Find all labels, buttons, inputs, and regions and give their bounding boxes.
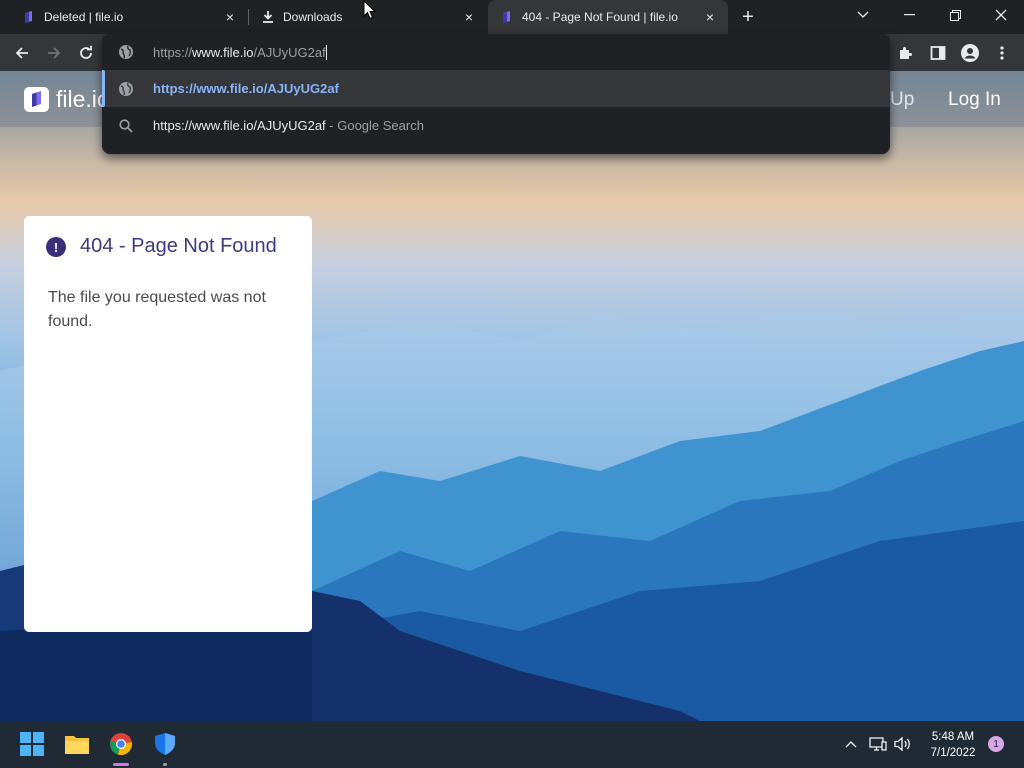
reload-icon (80, 45, 92, 59)
volume-button[interactable] (894, 735, 912, 753)
tab-title: 404 - Page Not Found | file.io (522, 10, 678, 24)
profile-button[interactable] (957, 40, 983, 66)
close-icon[interactable]: × (222, 9, 238, 25)
shield-icon (155, 733, 175, 755)
show-hidden-icons-button[interactable] (842, 735, 860, 753)
sign-up-link[interactable]: Up (890, 89, 914, 111)
security-button[interactable] (150, 729, 180, 759)
globe-icon (119, 45, 133, 59)
windows-logo-icon (20, 732, 44, 756)
close-icon[interactable]: × (461, 9, 477, 25)
folder-icon (65, 736, 89, 754)
reload-button[interactable] (73, 40, 99, 66)
url-path: /AJUyUG2af (253, 45, 326, 60)
close-icon[interactable]: × (702, 9, 718, 25)
globe-icon (119, 82, 133, 96)
file-explorer-button[interactable] (62, 729, 92, 759)
file-io-favicon-icon (25, 11, 32, 23)
chrome-icon (110, 733, 132, 756)
restore-button[interactable] (932, 0, 978, 30)
more-vertical-icon (1000, 46, 1004, 60)
clock-time: 5:48 AM (931, 731, 975, 743)
suggestion-query: https://www.file.io/AJUyUG2af (153, 118, 326, 133)
restore-icon (949, 9, 961, 21)
new-tab-button[interactable]: + (737, 7, 759, 29)
error-message: The file you requested was not found. (48, 289, 266, 330)
arrow-left-icon (15, 47, 28, 59)
log-in-link[interactable]: Log In (948, 89, 1001, 111)
url-scheme: https:// (153, 45, 193, 60)
page-viewport: file.io Up Log In ! 404 - Page Not Found… (0, 71, 1024, 721)
tab-deleted[interactable]: Deleted | file.io × (0, 0, 248, 34)
network-icon (869, 737, 887, 751)
suggestion-url-text: https://www.file.io/AJUyUG2af (153, 81, 339, 96)
forward-button[interactable] (41, 40, 67, 66)
tab-search-button[interactable] (840, 0, 886, 30)
clock-date: 7/1/2022 (930, 747, 976, 759)
extensions-button[interactable] (893, 40, 919, 66)
puzzle-icon (900, 47, 912, 59)
suggestion-search[interactable]: https://www.file.io/AJUyUG2af - Google S… (102, 107, 890, 144)
close-icon (995, 9, 1007, 21)
tab-strip: Deleted | file.io × Downloads × 404 - Pa… (0, 0, 1024, 34)
chrome-button[interactable] (106, 729, 136, 759)
system-clock[interactable]: 5:48 AM 7/1/2022 (920, 729, 986, 761)
download-icon (263, 11, 273, 23)
address-bar[interactable]: https://www.file.io/AJUyUG2af (102, 34, 890, 70)
search-icon (119, 119, 133, 133)
running-app-indicator (163, 763, 167, 766)
tab-title: Deleted | file.io (44, 10, 124, 24)
minimize-icon (903, 14, 915, 16)
error-card: ! 404 - Page Not Found The file you requ… (24, 216, 312, 632)
side-panel-button[interactable] (925, 40, 951, 66)
file-io-favicon-icon (503, 11, 510, 23)
arrow-right-icon (48, 47, 61, 59)
omnibox-dropdown: https://www.file.io/AJUyUG2af https://ww… (102, 34, 890, 154)
suggestion-engine: - Google Search (325, 118, 424, 133)
start-button[interactable] (17, 729, 47, 759)
avatar-icon (961, 44, 979, 62)
selection-indicator (102, 70, 105, 107)
url-host: www.file.io (192, 45, 254, 60)
error-title: 404 - Page Not Found (80, 235, 277, 257)
speaker-icon (894, 736, 910, 752)
chevron-up-icon (845, 741, 857, 748)
notification-badge[interactable]: 1 (988, 736, 1004, 752)
tab-title: Downloads (283, 10, 343, 24)
active-app-indicator (113, 763, 129, 766)
alert-icon: ! (46, 237, 66, 257)
mouse-cursor-icon (363, 0, 377, 20)
minimize-button[interactable] (886, 0, 932, 30)
side-panel-icon (930, 46, 946, 60)
file-io-logo-icon[interactable] (24, 87, 49, 112)
close-window-button[interactable] (978, 0, 1024, 30)
suggestion-url[interactable]: https://www.file.io/AJUyUG2af (102, 70, 890, 107)
address-input[interactable]: https://www.file.io/AJUyUG2af (153, 45, 327, 60)
chevron-down-icon (857, 11, 869, 18)
menu-button[interactable] (989, 40, 1015, 66)
back-button[interactable] (9, 40, 35, 66)
windows-taskbar: 5:48 AM 7/1/2022 1 (0, 721, 1024, 768)
network-button[interactable] (869, 735, 887, 753)
tab-404[interactable]: 404 - Page Not Found | file.io × (488, 0, 728, 34)
text-caret (325, 45, 327, 60)
